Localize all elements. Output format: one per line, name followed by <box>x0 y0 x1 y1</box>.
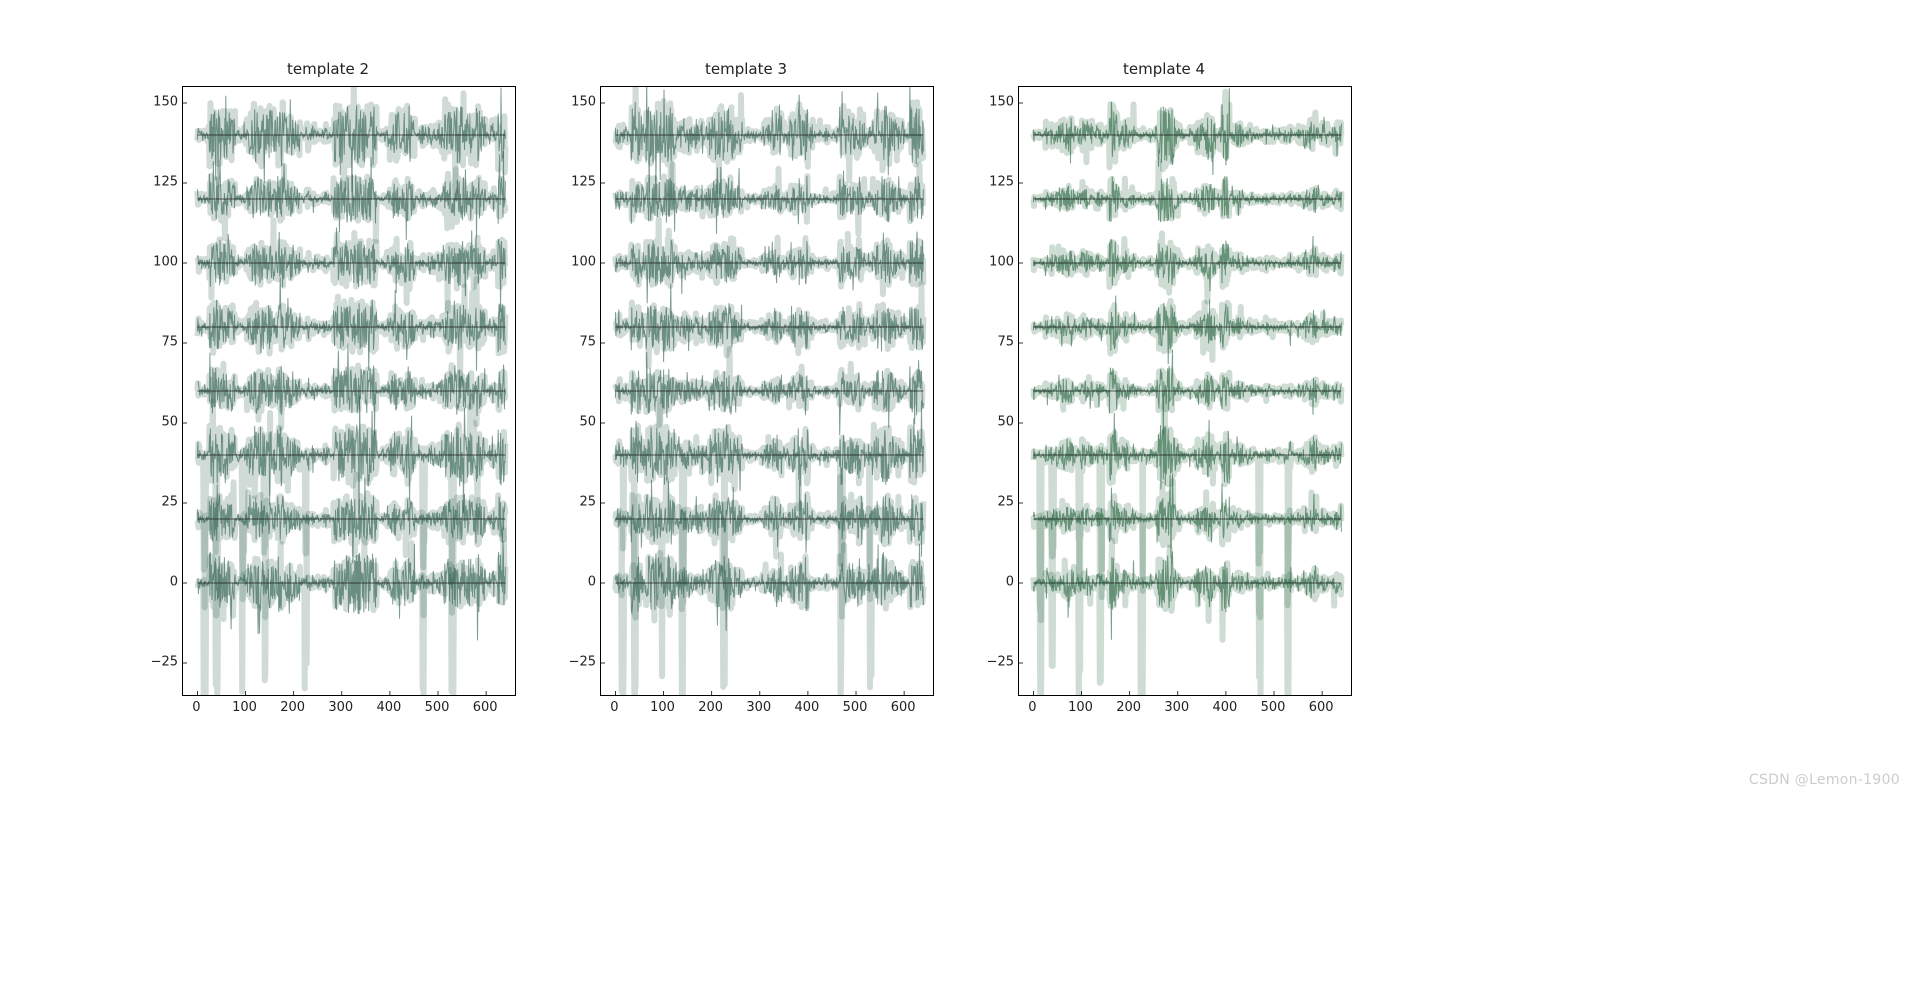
x-tick-label: 600 <box>1309 700 1334 715</box>
x-tick-label: 200 <box>698 700 723 715</box>
y-tick-label: 0 <box>170 575 178 590</box>
subplot-title: template 3 <box>558 60 934 78</box>
axes-frame <box>182 86 516 696</box>
subplot-title: template 2 <box>140 60 516 78</box>
y-tick-label: 25 <box>161 495 178 510</box>
plot-svg <box>1019 87 1351 695</box>
y-tick-label: 0 <box>588 575 596 590</box>
y-tick-label: 125 <box>571 175 596 190</box>
x-tick-label: 300 <box>1164 700 1189 715</box>
x-tick-label: 0 <box>192 700 200 715</box>
y-tick-label: 25 <box>579 495 596 510</box>
x-tick-labels: 0 100 200 300 400 500 600 <box>600 700 934 720</box>
x-tick-labels: 0 100 200 300 400 500 600 <box>182 700 516 720</box>
y-tick-label: 50 <box>161 415 178 430</box>
x-tick-label: 600 <box>891 700 916 715</box>
y-tick-label: −25 <box>151 655 178 670</box>
y-tick-labels: −25 0 25 50 75 100 125 150 <box>558 86 600 696</box>
axes-frame <box>600 86 934 696</box>
plot-svg <box>601 87 933 695</box>
x-tick-label: 100 <box>650 700 675 715</box>
y-tick-label: 125 <box>989 175 1014 190</box>
y-tick-label: 75 <box>997 335 1014 350</box>
y-tick-labels: −25 0 25 50 75 100 125 150 <box>140 86 182 696</box>
x-tick-label: 600 <box>473 700 498 715</box>
y-tick-label: 125 <box>153 175 178 190</box>
x-tick-label: 200 <box>1116 700 1141 715</box>
y-tick-label: 150 <box>571 95 596 110</box>
y-tick-label: −25 <box>987 655 1014 670</box>
x-tick-label: 0 <box>610 700 618 715</box>
y-tick-label: 0 <box>1006 575 1014 590</box>
x-tick-label: 300 <box>746 700 771 715</box>
x-tick-label: 100 <box>1068 700 1093 715</box>
x-tick-label: 500 <box>425 700 450 715</box>
subplot-template-4: template 4 −25 0 25 50 75 100 125 150 0 100 200 30… <box>976 60 1352 740</box>
watermark-text: CSDN @Lemon-1900 <box>1749 772 1900 788</box>
x-tick-label: 500 <box>1261 700 1286 715</box>
subplot-title: template 4 <box>976 60 1352 78</box>
y-tick-label: 150 <box>989 95 1014 110</box>
x-tick-label: 0 <box>1028 700 1036 715</box>
subplot-template-2: template 2 −25 0 25 50 75 100 125 150 0 100 200 30… <box>140 60 516 740</box>
x-tick-label: 200 <box>280 700 305 715</box>
y-tick-label: 75 <box>161 335 178 350</box>
figure: template 2 −25 0 25 50 75 100 125 150 0 100 200 30… <box>140 60 1400 740</box>
plot-svg <box>183 87 515 695</box>
y-tick-label: 50 <box>997 415 1014 430</box>
x-tick-label: 100 <box>232 700 257 715</box>
x-tick-label: 400 <box>794 700 819 715</box>
y-tick-label: 25 <box>997 495 1014 510</box>
y-tick-label: 50 <box>579 415 596 430</box>
y-tick-label: 75 <box>579 335 596 350</box>
axes-frame <box>1018 86 1352 696</box>
y-tick-label: 100 <box>571 255 596 270</box>
x-tick-labels: 0 100 200 300 400 500 600 <box>1018 700 1352 720</box>
y-tick-labels: −25 0 25 50 75 100 125 150 <box>976 86 1018 696</box>
x-tick-label: 400 <box>376 700 401 715</box>
y-tick-label: −25 <box>569 655 596 670</box>
y-tick-label: 100 <box>989 255 1014 270</box>
subplot-template-3: template 3 −25 0 25 50 75 100 125 150 0 100 200 30… <box>558 60 934 740</box>
y-tick-label: 100 <box>153 255 178 270</box>
y-tick-label: 150 <box>153 95 178 110</box>
x-tick-label: 300 <box>328 700 353 715</box>
x-tick-label: 500 <box>843 700 868 715</box>
x-tick-label: 400 <box>1212 700 1237 715</box>
